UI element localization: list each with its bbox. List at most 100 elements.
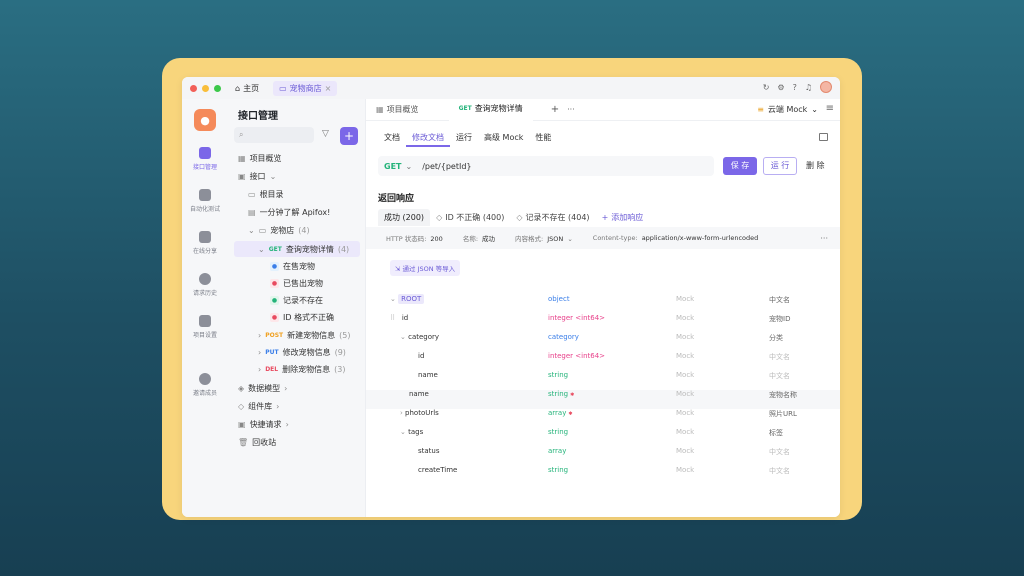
tree-item-case-onsale[interactable]: ● 在售宠物 — [270, 261, 315, 272]
field-mock[interactable]: Mock — [676, 314, 694, 322]
tab-performance[interactable]: 性能 — [529, 131, 557, 147]
tree-item-case-notfound[interactable]: ● 记录不存在 — [270, 295, 323, 306]
avatar[interactable] — [820, 81, 832, 93]
rail-item-invite[interactable]: 邀请成员 — [193, 373, 217, 397]
field-desc[interactable]: 中文名 — [769, 371, 790, 381]
field-mock[interactable]: Mock — [676, 409, 694, 417]
field-mock[interactable]: Mock — [676, 333, 694, 341]
schema-row[interactable]: createTime string Mock 中文名 — [366, 466, 840, 485]
field-mock[interactable]: Mock — [676, 466, 694, 474]
delete-button[interactable]: 删 除 — [806, 157, 825, 175]
more-tabs-button[interactable]: ··· — [563, 99, 579, 121]
path-input[interactable]: /pet/{petId} — [422, 162, 471, 171]
schema-row[interactable]: ⌄ ROOT object Mock 中文名 — [366, 294, 840, 314]
tree-item-get-pet[interactable]: ⌄ GET 查询宠物详情 (4) — [234, 241, 360, 257]
close-window-button[interactable] — [190, 84, 197, 92]
tab-edit-docs[interactable]: 修改文档 — [406, 131, 450, 147]
field-desc[interactable]: 中文名 — [769, 466, 790, 476]
field-type[interactable]: array — [548, 447, 566, 455]
schema-row[interactable]: name string Mock 中文名 — [366, 371, 840, 390]
refresh-icon[interactable]: ↻ — [763, 83, 770, 92]
field-mock[interactable]: Mock — [676, 295, 694, 303]
field-mock[interactable]: Mock — [676, 352, 694, 360]
field-desc[interactable]: 中文名 — [769, 352, 790, 362]
import-json-button[interactable]: ⇲ 通过 JSON 等导入 — [390, 260, 461, 276]
field-mock[interactable]: Mock — [676, 390, 694, 398]
format-field[interactable]: 内容格式: JSON ⌄ — [505, 233, 573, 243]
run-button[interactable]: 运 行 — [763, 157, 797, 175]
method-select[interactable]: GET — [384, 162, 402, 171]
field-desc[interactable]: 分类 — [769, 333, 783, 343]
project-tab[interactable]: ▭ 宠物商店 × — [273, 80, 338, 96]
save-button[interactable]: 保 存 — [723, 157, 757, 175]
rail-item-api[interactable]: 接口管理 — [193, 147, 217, 171]
tab-run[interactable]: 运行 — [450, 131, 478, 147]
search-input[interactable]: ⌕ — [234, 127, 314, 143]
bell-icon[interactable]: ♫ — [805, 83, 812, 92]
tab-advanced-mock[interactable]: 高级 Mock — [478, 131, 529, 147]
schema-row[interactable]: › photoUrls array ✱ Mock 照片URL — [366, 409, 840, 428]
tree-item-models[interactable]: ◈ 数据模型 › — [238, 383, 287, 394]
more-icon[interactable]: ··· — [820, 234, 828, 243]
field-type[interactable]: string — [548, 371, 568, 379]
rail-item-test[interactable]: 自动化测试 — [190, 189, 220, 213]
field-type[interactable]: string — [548, 428, 568, 436]
filter-icon[interactable]: ▽ — [322, 129, 329, 139]
new-tab-button[interactable]: + — [547, 99, 563, 121]
field-mock[interactable]: Mock — [676, 447, 694, 455]
tree-item-petshop[interactable]: ⌄ ▭ 宠物店 (4) — [248, 225, 310, 236]
close-tab-icon[interactable]: × — [325, 84, 332, 93]
resp-tab-not-found[interactable]: ◇ 记录不存在 (404) — [510, 209, 595, 226]
tab-overview[interactable]: ▦ 项目概览 — [366, 99, 429, 121]
field-type[interactable]: object — [548, 295, 570, 303]
tree-item-put[interactable]: › PUT 修改宠物信息 (9) — [258, 347, 346, 358]
panel-toggle-icon[interactable] — [819, 133, 828, 141]
gear-icon[interactable]: ⚙ — [777, 83, 784, 92]
tree-item-case-sold[interactable]: ● 已售出宠物 — [270, 278, 323, 289]
home-tab[interactable]: ⌂ 主页 — [235, 83, 259, 94]
help-icon[interactable]: ? — [793, 83, 797, 92]
field-desc[interactable]: 中文名 — [769, 447, 790, 457]
field-desc[interactable]: 中文名 — [769, 295, 790, 305]
field-type[interactable]: string — [548, 466, 568, 474]
field-desc[interactable]: 宠物名称 — [769, 390, 797, 400]
mock-env-select[interactable]: ≡ 云端 Mock ⌄ — [757, 104, 818, 115]
rail-item-share[interactable]: 在线分享 — [193, 231, 217, 255]
field-desc[interactable]: 照片URL — [769, 409, 797, 419]
field-desc[interactable]: 宠物ID — [769, 314, 790, 324]
tree-item-case-badid[interactable]: ● ID 格式不正确 — [270, 312, 334, 323]
tree-item-quick[interactable]: ▣ 快捷请求 › — [238, 419, 289, 430]
schema-row[interactable]: ⠿ id integer <int64> Mock 宠物ID — [366, 314, 840, 333]
field-type[interactable]: integer <int64> — [548, 314, 605, 322]
schema-row[interactable]: ⌄ tags string Mock 标签 — [366, 428, 840, 447]
schema-row[interactable]: status array Mock 中文名 — [366, 447, 840, 466]
schema-row[interactable]: id integer <int64> Mock 中文名 — [366, 352, 840, 371]
resp-tab-success[interactable]: 成功 (200) — [378, 209, 431, 226]
tree-item-interface[interactable]: ▣ 接口 ⌄ — [238, 171, 276, 182]
tab-get-pet[interactable]: GET 查询宠物详情 — [448, 99, 533, 121]
tree-item-root[interactable]: ▭ 根目录 — [248, 189, 284, 200]
field-mock[interactable]: Mock — [676, 371, 694, 379]
status-field[interactable]: HTTP 状态码: 200 — [376, 233, 443, 243]
field-desc[interactable]: 标签 — [769, 428, 783, 438]
minimize-window-button[interactable] — [202, 84, 209, 92]
field-type[interactable]: string — [548, 390, 568, 398]
rail-item-settings[interactable]: 项目设置 — [193, 315, 217, 339]
menu-icon[interactable]: ≡ — [826, 103, 834, 114]
tree-item-del[interactable]: › DEL 删除宠物信息 (3) — [258, 364, 345, 375]
name-field[interactable]: 名称: 成功 — [453, 233, 495, 243]
maximize-window-button[interactable] — [214, 84, 221, 92]
add-response-button[interactable]: + 添加响应 — [596, 209, 650, 226]
rail-item-history[interactable]: 请求历史 — [193, 273, 217, 297]
drag-icon[interactable]: ⠿ — [390, 314, 395, 322]
schema-row[interactable]: name string ✱ Mock 宠物名称 — [366, 390, 840, 409]
field-type[interactable]: category — [548, 333, 579, 341]
tree-item-trash[interactable]: 🗑 回收站 — [238, 437, 276, 448]
url-bar[interactable]: GET ⌄ /pet/{petId} — [378, 156, 714, 176]
tree-item-overview[interactable]: ▦ 项目概览 — [238, 153, 282, 164]
tree-item-post[interactable]: › POST 新建宠物信息 (5) — [258, 330, 350, 341]
content-type-field[interactable]: Content-type: application/x-www-form-urle… — [583, 234, 758, 242]
tree-item-components[interactable]: ◇ 组件库 › — [238, 401, 279, 412]
field-type[interactable]: array — [548, 409, 566, 417]
tab-docs[interactable]: 文档 — [378, 131, 406, 147]
